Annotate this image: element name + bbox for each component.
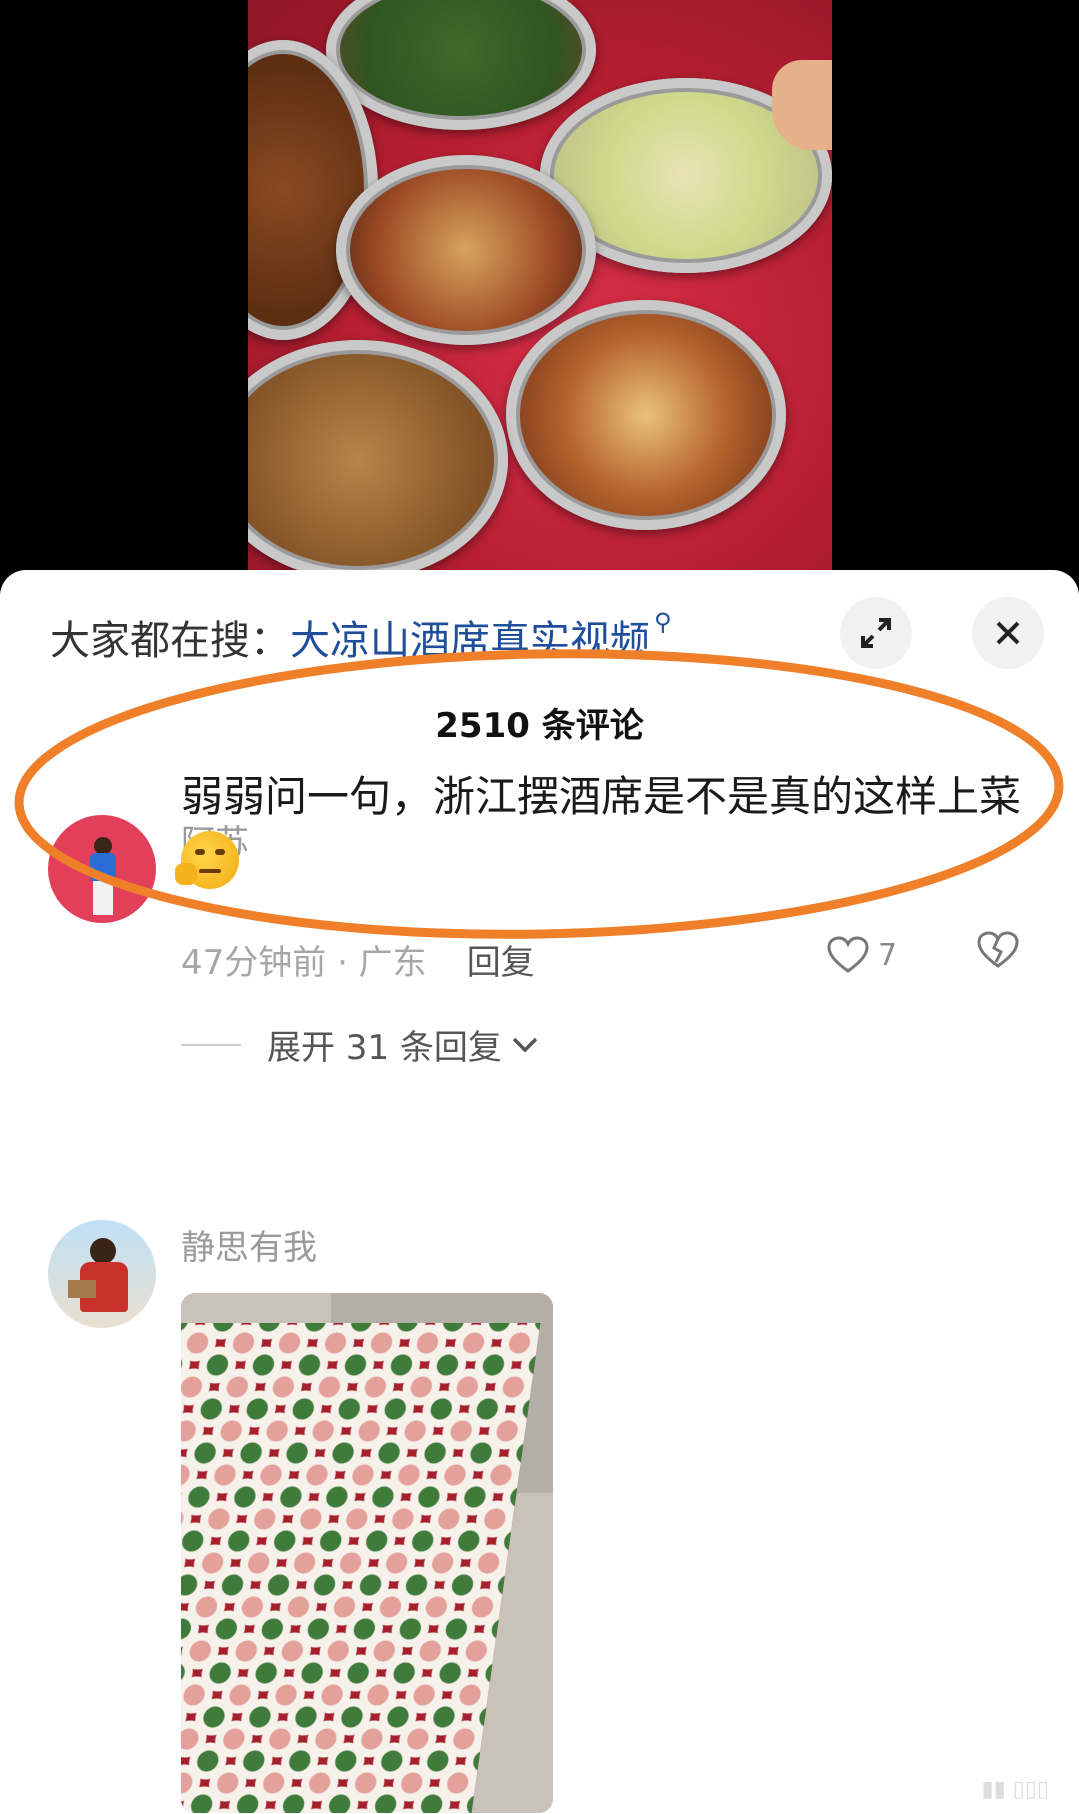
expand-replies-label: 展开 31 条回复 (267, 1028, 502, 1068)
comment-time-location: 47分钟前 · 广东 (181, 943, 427, 983)
plate-braised (506, 300, 786, 530)
banquet-table-photo[interactable] (181, 1293, 553, 1813)
plate-chicken (248, 340, 508, 575)
chevron-down-icon (512, 1037, 538, 1052)
watermark: ▮▮ ▯▯▯ (981, 1777, 1049, 1802)
plate-pork (336, 155, 596, 345)
video-area[interactable] (0, 0, 1079, 575)
reply-button[interactable]: 回复 (467, 943, 535, 983)
divider-line (181, 1043, 241, 1046)
highlight-oval (14, 649, 1064, 939)
magnifier-icon: ⚲ (654, 608, 672, 636)
avatar[interactable] (48, 1220, 156, 1328)
comment-username[interactable]: 静思有我 (181, 1220, 317, 1269)
plate-greens (326, 0, 596, 130)
expand-replies-button[interactable]: 展开 31 条回复 (181, 1020, 540, 1069)
food-video-frame[interactable] (248, 0, 832, 575)
